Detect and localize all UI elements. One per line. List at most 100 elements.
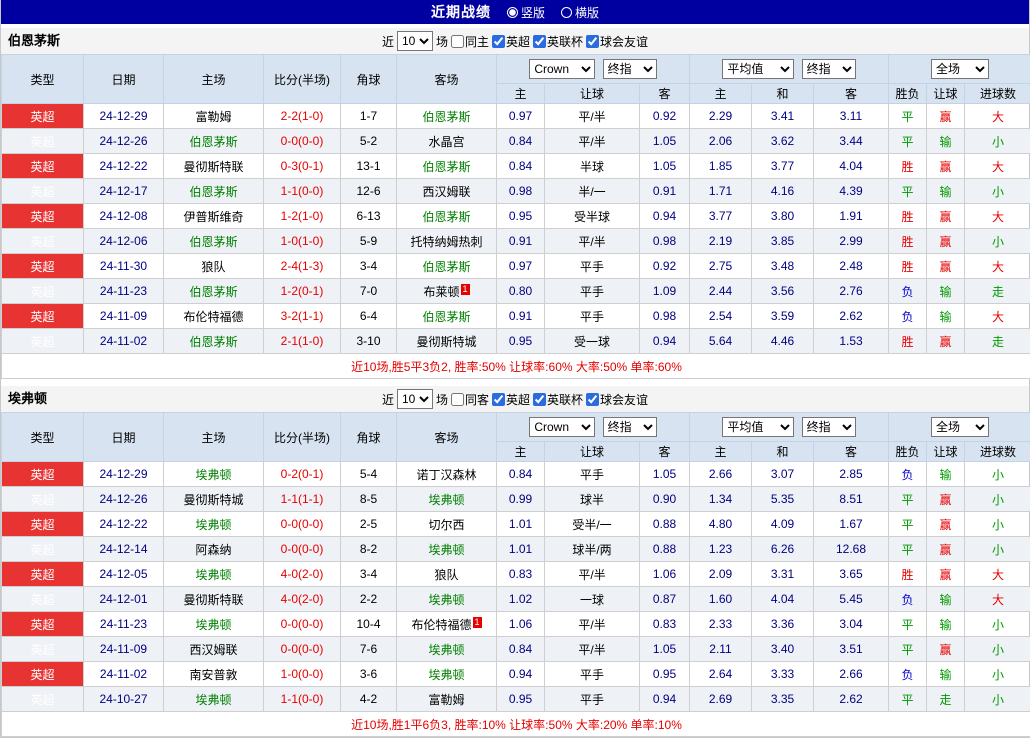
league-checkbox-eflcup[interactable] (533, 35, 546, 48)
home-team[interactable]: 埃弗顿 (164, 687, 264, 712)
home-team[interactable]: 南安普敦 (164, 662, 264, 687)
league-badge[interactable]: 英超 (2, 304, 84, 329)
euro-home-odds: 1.71 (690, 179, 752, 204)
home-team[interactable]: 伊普斯维奇 (164, 204, 264, 229)
away-team[interactable]: 埃弗顿 (397, 537, 497, 562)
home-team[interactable]: 富勒姆 (164, 104, 264, 129)
league-checkbox-eflcup[interactable] (533, 393, 546, 406)
away-team[interactable]: 埃弗顿 (397, 587, 497, 612)
away-team[interactable]: 水晶宫 (397, 129, 497, 154)
euro-source-select[interactable]: 平均值 (722, 417, 794, 437)
home-team[interactable]: 狼队 (164, 254, 264, 279)
league-badge[interactable]: 英超 (2, 154, 84, 179)
home-team[interactable]: 布伦特福德 (164, 304, 264, 329)
league-checkbox-wrap[interactable]: 英超 (492, 33, 530, 50)
same-venue-checkbox[interactable] (451, 35, 464, 48)
league-badge[interactable]: 英超 (2, 512, 84, 537)
bookmaker-select[interactable]: Crown (529, 59, 595, 79)
handicap-line: 平/半 (545, 229, 640, 254)
league-checkbox-friendly[interactable] (586, 393, 599, 406)
away-team[interactable]: 埃弗顿 (397, 662, 497, 687)
league-badge[interactable]: 英超 (2, 462, 84, 487)
scope-select[interactable]: 全场 (931, 417, 989, 437)
league-checkbox-epl[interactable] (492, 393, 505, 406)
match-count-select[interactable]: 10 (397, 389, 433, 409)
away-team[interactable]: 狼队 (397, 562, 497, 587)
league-badge[interactable]: 英超 (2, 562, 84, 587)
league-checkbox-wrap[interactable]: 球会友谊 (586, 33, 648, 50)
home-team[interactable]: 阿森纳 (164, 537, 264, 562)
home-team[interactable]: 埃弗顿 (164, 612, 264, 637)
away-team[interactable]: 西汉姆联 (397, 179, 497, 204)
league-badge[interactable]: 英超 (2, 537, 84, 562)
home-team[interactable]: 伯恩茅斯 (164, 129, 264, 154)
home-team[interactable]: 伯恩茅斯 (164, 279, 264, 304)
league-badge[interactable]: 英超 (2, 662, 84, 687)
away-team[interactable]: 伯恩茅斯 (397, 204, 497, 229)
match-count-select[interactable]: 10 (397, 31, 433, 51)
away-team[interactable]: 富勒姆 (397, 687, 497, 712)
handicap-result-flag: 输 (927, 662, 965, 687)
league-badge[interactable]: 英超 (2, 279, 84, 304)
league-badge[interactable]: 英超 (2, 104, 84, 129)
home-team[interactable]: 伯恩茅斯 (164, 179, 264, 204)
home-team[interactable]: 埃弗顿 (164, 562, 264, 587)
league-checkbox-wrap[interactable]: 英超 (492, 391, 530, 408)
league-badge[interactable]: 英超 (2, 254, 84, 279)
league-checkbox-wrap[interactable]: 英联杯 (533, 391, 583, 408)
home-team[interactable]: 埃弗顿 (164, 462, 264, 487)
away-team[interactable]: 埃弗顿 (397, 637, 497, 662)
away-team[interactable]: 伯恩茅斯 (397, 304, 497, 329)
euro-draw-odds: 3.41 (752, 104, 814, 129)
league-checkbox-wrap[interactable]: 英联杯 (533, 33, 583, 50)
league-badge[interactable]: 英超 (2, 687, 84, 712)
home-team[interactable]: 西汉姆联 (164, 637, 264, 662)
asia-stage-select[interactable]: 终指 (603, 417, 657, 437)
home-team[interactable]: 曼彻斯特联 (164, 154, 264, 179)
league-checkbox-friendly[interactable] (586, 35, 599, 48)
league-badge[interactable]: 英超 (2, 179, 84, 204)
euro-stage-select[interactable]: 终指 (802, 417, 856, 437)
away-team[interactable]: 布莱顿1 (397, 279, 497, 304)
away-team[interactable]: 托特纳姆热刺 (397, 229, 497, 254)
away-team[interactable]: 埃弗顿 (397, 487, 497, 512)
bookmaker-select[interactable]: Crown (529, 417, 595, 437)
topbar: 近期战绩 竖版 横版 (1, 0, 1029, 24)
home-team[interactable]: 埃弗顿 (164, 512, 264, 537)
scope-select[interactable]: 全场 (931, 59, 989, 79)
home-team[interactable]: 曼彻斯特城 (164, 487, 264, 512)
away-team[interactable]: 切尔西 (397, 512, 497, 537)
league-checkbox-wrap[interactable]: 球会友谊 (586, 391, 648, 408)
goals-result-flag: 小 (965, 512, 1030, 537)
league-badge[interactable]: 英超 (2, 587, 84, 612)
away-team[interactable]: 伯恩茅斯 (397, 104, 497, 129)
asia-stage-select[interactable]: 终指 (603, 59, 657, 79)
view-option-horizontal[interactable]: 横版 (561, 4, 599, 21)
league-badge[interactable]: 英超 (2, 637, 84, 662)
league-checkbox-epl[interactable] (492, 35, 505, 48)
away-team[interactable]: 诺丁汉森林 (397, 462, 497, 487)
league-badge[interactable]: 英超 (2, 129, 84, 154)
home-team[interactable]: 伯恩茅斯 (164, 229, 264, 254)
away-team[interactable]: 伯恩茅斯 (397, 154, 497, 179)
league-badge[interactable]: 英超 (2, 329, 84, 354)
sub-asia-away: 客 (640, 442, 690, 462)
away-team[interactable]: 布伦特福德1 (397, 612, 497, 637)
away-team[interactable]: 曼彻斯特城 (397, 329, 497, 354)
euro-source-select[interactable]: 平均值 (722, 59, 794, 79)
horizontal-radio[interactable] (561, 7, 572, 18)
home-team[interactable]: 伯恩茅斯 (164, 329, 264, 354)
league-badge[interactable]: 英超 (2, 229, 84, 254)
euro-stage-select[interactable]: 终指 (802, 59, 856, 79)
match-date: 24-11-09 (84, 304, 164, 329)
same-venue-checkbox[interactable] (451, 393, 464, 406)
same-venue-checkbox-wrap[interactable]: 同主 (451, 33, 489, 50)
vertical-radio[interactable] (507, 7, 518, 18)
view-option-vertical[interactable]: 竖版 (507, 4, 545, 21)
league-badge[interactable]: 英超 (2, 204, 84, 229)
league-badge[interactable]: 英超 (2, 487, 84, 512)
same-venue-checkbox-wrap[interactable]: 同客 (451, 391, 489, 408)
home-team[interactable]: 曼彻斯特联 (164, 587, 264, 612)
away-team[interactable]: 伯恩茅斯 (397, 254, 497, 279)
league-badge[interactable]: 英超 (2, 612, 84, 637)
